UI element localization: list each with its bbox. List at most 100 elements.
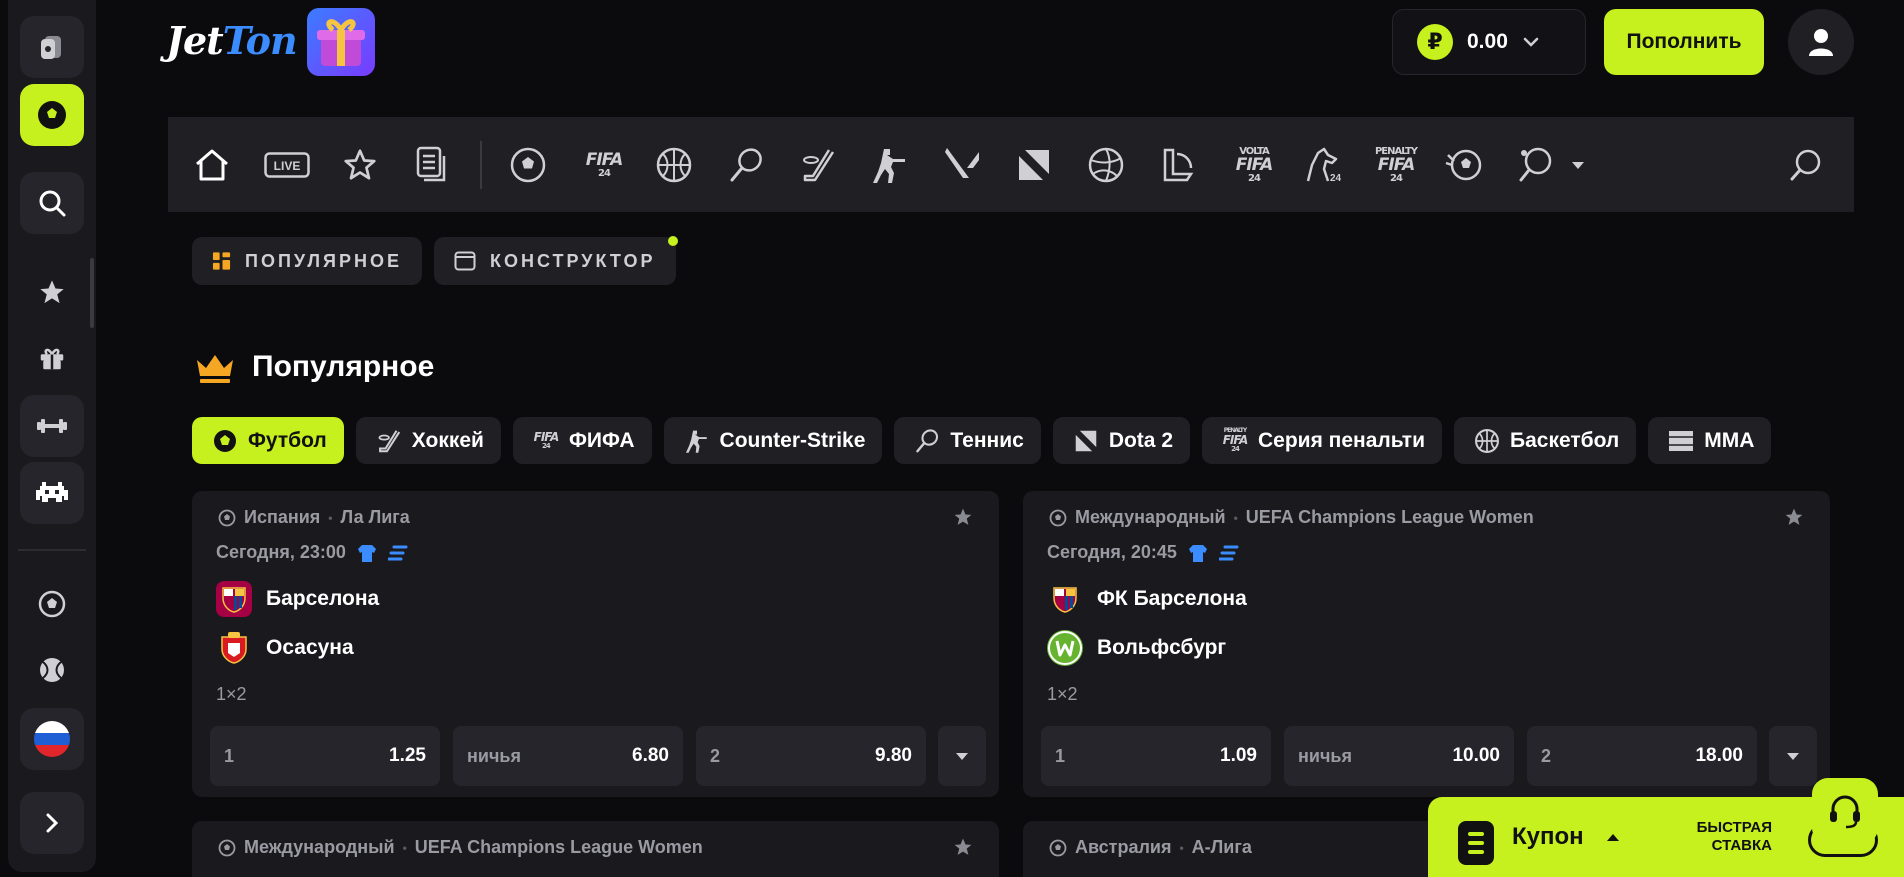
fast-bet-line-1: БЫСТРАЯ — [1696, 819, 1772, 836]
fitness-button[interactable] — [20, 395, 84, 457]
country-label: Испания — [244, 507, 321, 527]
rail-scrollbar[interactable] — [90, 258, 94, 328]
penalty-fifa-icon: PENALTY FIFA 24 — [1222, 427, 1249, 453]
fast-bet-line-2: СТАВКА — [1711, 837, 1772, 854]
market-label: 1×2 — [216, 684, 247, 704]
tennis-icon[interactable] — [726, 145, 766, 185]
penalty-fifa-icon[interactable]: PENALTY FIFA 24 — [1368, 145, 1424, 185]
home-icon[interactable] — [192, 145, 232, 185]
fifa-icon[interactable]: FIFA 24 — [578, 145, 630, 185]
market-label: 1×2 — [1047, 684, 1078, 704]
star-icon[interactable] — [953, 837, 973, 857]
live-icon[interactable]: LIVE — [264, 145, 310, 185]
odd-label: 1 — [1055, 745, 1066, 766]
more-markets-button[interactable] — [1769, 726, 1817, 786]
sport-filter-chips: Футбол Хоккей FIFA 24 ФИФА Counter-Strike… — [192, 417, 1772, 464]
counter-strike-icon[interactable] — [870, 145, 910, 185]
volleyball-icon[interactable] — [1086, 145, 1126, 185]
chip-hockey[interactable]: Хоккей — [355, 417, 501, 464]
favorites-rail-item[interactable] — [34, 274, 70, 310]
odd-value: 1.09 — [1220, 745, 1257, 766]
tennis-rail-item[interactable] — [34, 652, 70, 688]
chip-mma[interactable]: MMA — [1648, 417, 1772, 464]
games-button[interactable] — [20, 462, 84, 524]
chip-fifa[interactable]: FIFA 24 ФИФА — [512, 417, 652, 464]
league-breadcrumb[interactable]: Международный • UEFA Champions League Wo… — [1049, 507, 1534, 528]
chip-football[interactable]: Футбол — [192, 417, 344, 464]
betslip-history-icon[interactable] — [412, 145, 452, 185]
odd-button-draw[interactable]: ничья 6.80 — [453, 726, 683, 786]
table-tennis-icon[interactable] — [1516, 145, 1556, 185]
dota-icon[interactable] — [1014, 145, 1054, 185]
tab-builder-label: КОНСТРУКТОР — [490, 250, 656, 271]
star-icon[interactable] — [953, 507, 973, 527]
grid-icon — [212, 252, 231, 270]
football-icon — [1049, 839, 1067, 856]
support-chat-button[interactable] — [1812, 778, 1878, 844]
deposit-button[interactable]: Пополнить — [1604, 9, 1764, 75]
russia-flag-icon — [34, 721, 70, 757]
chip-basketball[interactable]: Баскетбол — [1454, 417, 1637, 464]
basketball-icon[interactable] — [654, 145, 694, 185]
match-card[interactable]: Международный • UEFA Champions League Wo… — [192, 821, 999, 877]
chip-dota[interactable]: Dota 2 — [1052, 417, 1190, 464]
more-markets-button[interactable] — [938, 726, 986, 786]
chip-counter-strike[interactable]: Counter-Strike — [663, 417, 883, 464]
league-label: A-Лига — [1191, 837, 1252, 857]
tab-popular[interactable]: ПОПУЛЯРНОЕ — [192, 237, 422, 285]
favorites-icon[interactable] — [340, 145, 380, 185]
breadcrumb-separator: • — [328, 510, 333, 525]
counter-strike-icon — [684, 428, 710, 454]
star-icon[interactable] — [1784, 507, 1804, 527]
league-breadcrumb[interactable]: Австралия • A-Лига — [1049, 837, 1252, 858]
osasuna-crest-icon — [216, 630, 252, 666]
odd-button-away[interactable]: 2 9.80 — [696, 726, 926, 786]
more-sports-chevron-icon[interactable] — [1566, 145, 1590, 185]
expand-rail-button[interactable] — [20, 792, 84, 854]
search-sports-icon[interactable] — [1786, 145, 1826, 185]
odd-button-home[interactable]: 1 1.25 — [210, 726, 440, 786]
breadcrumb-separator: • — [1233, 510, 1238, 525]
language-button[interactable] — [20, 708, 84, 770]
futsal-icon[interactable] — [1444, 145, 1484, 185]
tab-builder[interactable]: КОНСТРУКТОР — [434, 236, 678, 285]
league-of-legends-icon[interactable] — [1158, 145, 1198, 185]
chip-label: Баскетбол — [1510, 428, 1620, 452]
football-icon — [218, 509, 236, 526]
odd-button-draw[interactable]: ничья 10.00 — [1284, 726, 1514, 786]
chevron-up-icon — [1607, 834, 1619, 841]
chip-penalty[interactable]: PENALTY FIFA 24 Серия пенальти — [1202, 417, 1442, 464]
profile-button[interactable] — [1788, 9, 1854, 75]
odd-button-home[interactable]: 1 1.09 — [1041, 726, 1271, 786]
gift-promo-button[interactable] — [307, 8, 375, 76]
tab-popular-label: ПОПУЛЯРНОЕ — [245, 250, 402, 271]
balance-selector[interactable]: ₽ 0.00 — [1392, 9, 1586, 75]
chip-tennis[interactable]: Теннис — [894, 417, 1041, 464]
valorant-icon[interactable] — [942, 145, 982, 185]
football-icon — [38, 101, 66, 129]
sports-button[interactable] — [20, 84, 84, 146]
horse-racing-icon[interactable]: 24 — [1302, 145, 1342, 185]
new-badge-dot — [668, 236, 678, 246]
crown-icon — [197, 355, 233, 383]
bonuses-rail-item[interactable] — [34, 340, 70, 376]
volta-fifa-icon[interactable]: VOLTA FIFA 24 — [1226, 145, 1282, 185]
football-rail-item[interactable] — [34, 586, 70, 622]
league-breadcrumb[interactable]: Испания • Ла Лига — [218, 507, 410, 528]
hockey-icon[interactable] — [798, 145, 838, 185]
logo-text-1: Jet — [166, 18, 224, 63]
tennis-ball-icon — [40, 658, 64, 682]
odd-button-away[interactable]: 2 18.00 — [1527, 726, 1757, 786]
match-card[interactable]: Международный • UEFA Champions League Wo… — [1023, 491, 1830, 797]
football-icon[interactable] — [508, 145, 548, 185]
svg-text:LIVE: LIVE — [274, 159, 301, 173]
odd-label: 1 — [224, 745, 235, 766]
odd-label: 2 — [1541, 745, 1552, 766]
team-home: ФК Барселона — [1047, 581, 1247, 617]
match-card[interactable]: Испания • Ла Лига Сегодня, 23:00 Барсело… — [192, 491, 999, 797]
casino-button[interactable] — [20, 16, 84, 78]
jetton-logo[interactable]: JetTon — [166, 18, 298, 63]
search-button[interactable] — [20, 172, 84, 234]
league-breadcrumb[interactable]: Международный • UEFA Champions League Wo… — [218, 837, 703, 858]
odd-label: ничья — [467, 745, 521, 766]
